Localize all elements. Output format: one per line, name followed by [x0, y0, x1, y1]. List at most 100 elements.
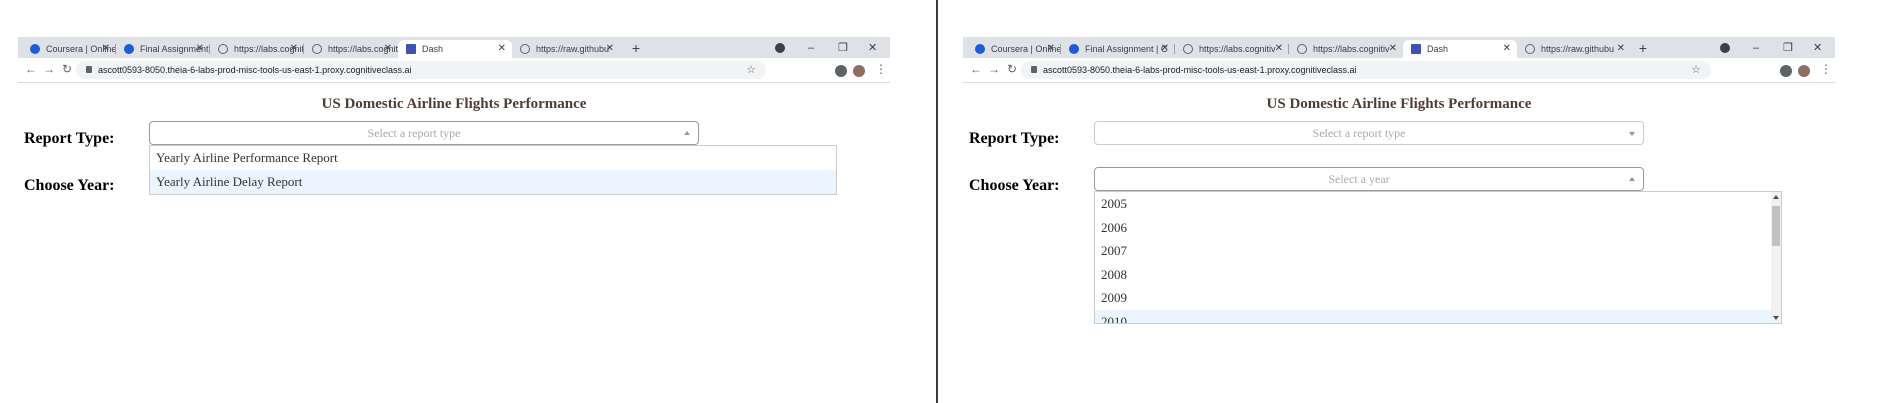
pdf-icon[interactable]: [1762, 65, 1774, 77]
year-dropdown[interactable]: Select a year: [1094, 167, 1644, 191]
pdf-icon[interactable]: [817, 65, 829, 77]
tab-strip: Coursera | Online C✕ Final Assignment | …: [18, 37, 890, 58]
tab-coursera[interactable]: Coursera | Online C✕: [22, 40, 116, 58]
tab-close-icon[interactable]: ✕: [1389, 40, 1397, 58]
forward-button[interactable]: →: [987, 62, 1001, 76]
new-tab-button[interactable]: +: [628, 40, 644, 56]
year-option-highlighted[interactable]: 2010: [1095, 309, 1781, 323]
page-title: US Domestic Airline Flights Performance: [321, 96, 587, 112]
scroll-up-icon[interactable]: [1773, 195, 1779, 199]
shield-icon[interactable]: [1744, 65, 1756, 77]
tab-close-icon[interactable]: ✕: [498, 40, 506, 58]
tab-close-icon[interactable]: ✕: [606, 40, 614, 58]
menu-icon[interactable]: ⋮: [1820, 62, 1832, 76]
year-option[interactable]: 2009: [1095, 286, 1781, 310]
puzzle-icon[interactable]: [835, 65, 847, 77]
chevron-up-icon[interactable]: [684, 131, 690, 135]
report-type-label: Report Type:: [24, 130, 115, 147]
minimize-button[interactable]: –: [1753, 40, 1759, 56]
tab-close-icon[interactable]: ✕: [1047, 40, 1055, 58]
scroll-down-icon[interactable]: [1773, 316, 1779, 320]
reload-button[interactable]: ↻: [1005, 62, 1019, 76]
tab-dash[interactable]: Dash ✕: [1403, 40, 1517, 58]
globe-icon: [520, 44, 530, 54]
browser-toolbar: ← → ↻ ascott0593-8050.theia-6-labs-prod-…: [963, 58, 1835, 83]
browser-window-right: Coursera | Online C✕ Final Assignment | …: [945, 0, 1885, 403]
dash-page: US Domestic Airline Flights Performance …: [18, 83, 890, 403]
tab-close-icon[interactable]: ✕: [1161, 40, 1169, 58]
year-option[interactable]: 2008: [1095, 263, 1781, 287]
year-option[interactable]: 2006: [1095, 216, 1781, 240]
year-menu[interactable]: 2005 2006 2007 2008 2009 2010: [1094, 191, 1782, 324]
coursera-icon: [30, 44, 40, 54]
restore-button[interactable]: ❐: [838, 40, 848, 56]
tab-search-icon[interactable]: [775, 43, 785, 53]
minimize-button[interactable]: –: [808, 40, 814, 56]
restore-button[interactable]: ❐: [1783, 40, 1793, 56]
tab-search-icon[interactable]: [1720, 43, 1730, 53]
scroll-thumb[interactable]: [1772, 206, 1780, 246]
tab-close-icon[interactable]: ✕: [102, 40, 110, 58]
reload-button[interactable]: ↻: [60, 62, 74, 76]
avatar-icon[interactable]: [1798, 65, 1810, 77]
year-option[interactable]: 2007: [1095, 239, 1781, 263]
url-text: ascott0593-8050.theia-6-labs-prod-misc-t…: [1043, 65, 1357, 75]
chevron-down-icon[interactable]: [1629, 132, 1635, 136]
globe-icon: [1183, 44, 1193, 54]
report-type-dropdown[interactable]: Select a report type: [149, 121, 699, 145]
tab-github[interactable]: https://raw.githubu ✕: [1517, 40, 1631, 58]
choose-year-label: Choose Year:: [24, 177, 115, 194]
tab-github[interactable]: https://raw.githubu ✕: [512, 40, 620, 58]
tab-close-icon[interactable]: ✕: [290, 40, 298, 58]
report-type-placeholder: Select a report type: [1312, 126, 1406, 140]
tab-labs-1[interactable]: https://labs.cognitiv ✕: [210, 40, 304, 58]
close-window-button[interactable]: ✕: [868, 40, 877, 56]
dash-icon: [1411, 44, 1421, 54]
back-button[interactable]: ←: [969, 62, 983, 76]
tab-labs-2[interactable]: https://labs.cognitiv ✕: [1289, 40, 1403, 58]
abp-icon[interactable]: ABP: [781, 65, 794, 77]
chevron-up-icon[interactable]: [1629, 177, 1635, 181]
globe-icon: [312, 44, 322, 54]
bookmark-star-icon[interactable]: ☆: [746, 61, 756, 79]
tab-final-assignment[interactable]: Final Assignment | C✕: [1061, 40, 1175, 58]
shield-icon[interactable]: [799, 65, 811, 77]
tab-close-icon[interactable]: ✕: [1275, 40, 1283, 58]
coursera-icon: [975, 44, 985, 54]
tab-dash[interactable]: Dash ✕: [398, 40, 512, 58]
new-tab-button[interactable]: +: [1635, 40, 1651, 56]
tab-close-icon[interactable]: ✕: [384, 40, 392, 58]
tab-labs-2[interactable]: https://labs.cognitiv ✕: [304, 40, 398, 58]
address-bar[interactable]: ascott0593-8050.theia-6-labs-prod-misc-t…: [76, 61, 766, 79]
year-menu-scrollbar[interactable]: [1771, 192, 1781, 323]
avatar-icon[interactable]: [853, 65, 865, 77]
lock-icon: [1031, 66, 1037, 73]
back-button[interactable]: ←: [24, 62, 38, 76]
tab-labs-1[interactable]: https://labs.cognitiv ✕: [1175, 40, 1289, 58]
report-type-dropdown[interactable]: Select a report type: [1094, 121, 1644, 145]
tab-coursera[interactable]: Coursera | Online C✕: [967, 40, 1061, 58]
choose-year-label: Choose Year:: [969, 177, 1060, 194]
close-window-button[interactable]: ✕: [1813, 40, 1822, 56]
coursera-icon: [124, 44, 134, 54]
dash-icon: [406, 44, 416, 54]
puzzle-icon[interactable]: [1780, 65, 1792, 77]
tab-close-icon[interactable]: ✕: [1617, 40, 1625, 58]
forward-button[interactable]: →: [42, 62, 56, 76]
address-bar[interactable]: ascott0593-8050.theia-6-labs-prod-misc-t…: [1021, 61, 1711, 79]
browser-toolbar: ← → ↻ ascott0593-8050.theia-6-labs-prod-…: [18, 58, 890, 83]
page-title: US Domestic Airline Flights Performance: [1266, 96, 1532, 112]
report-option-performance[interactable]: Yearly Airline Performance Report: [150, 146, 836, 170]
abp-icon[interactable]: ABP: [1726, 65, 1739, 77]
screen-divider: [936, 0, 938, 403]
year-option[interactable]: 2005: [1095, 192, 1781, 216]
browser: Coursera | Online C✕ Final Assignment | …: [18, 37, 890, 403]
report-option-delay[interactable]: Yearly Airline Delay Report: [150, 170, 836, 194]
dash-page: US Domestic Airline Flights Performance …: [963, 83, 1835, 403]
bookmark-star-icon[interactable]: ☆: [1691, 61, 1701, 79]
tab-final-assignment[interactable]: Final Assignment | C✕: [116, 40, 210, 58]
tab-close-icon[interactable]: ✕: [196, 40, 204, 58]
tab-close-icon[interactable]: ✕: [1503, 40, 1511, 58]
globe-icon: [1297, 44, 1307, 54]
menu-icon[interactable]: ⋮: [875, 62, 887, 76]
